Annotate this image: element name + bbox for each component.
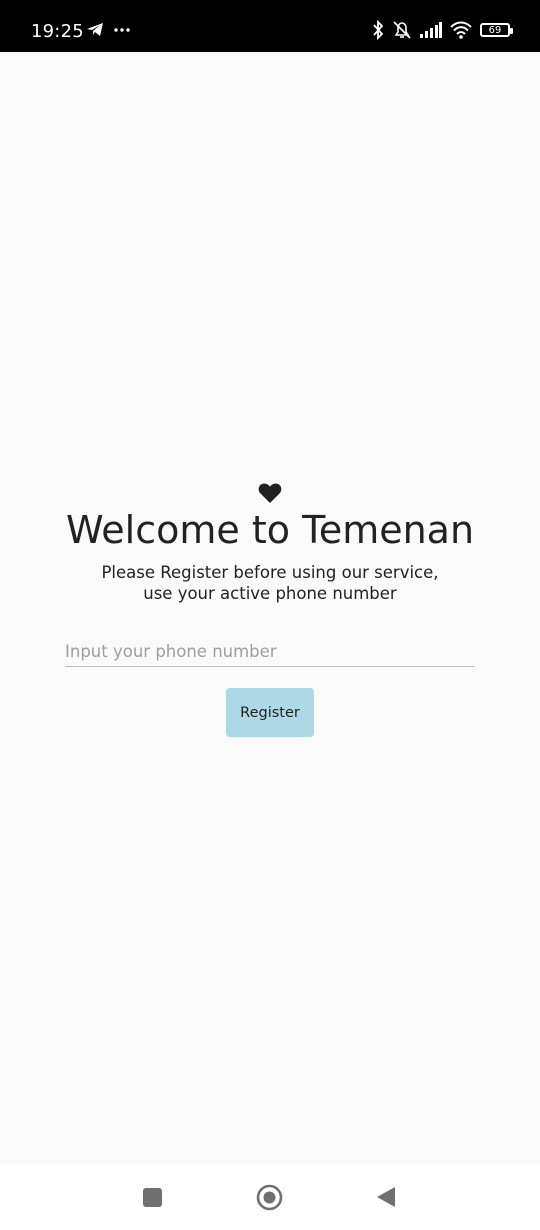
- heart-icon: [258, 483, 282, 503]
- status-right-icons: 69: [372, 20, 513, 40]
- page-subtitle: Please Register before using our service…: [0, 562, 540, 604]
- bluetooth-icon: [373, 20, 384, 40]
- page-title: Welcome to Temenan: [65, 508, 475, 552]
- status-bar: 19:25 69: [0, 0, 540, 52]
- home-icon[interactable]: [256, 1184, 283, 1211]
- back-icon[interactable]: [376, 1186, 396, 1208]
- signal-icon: [420, 22, 442, 38]
- telegram-icon: [87, 23, 103, 36]
- register-button[interactable]: Register: [226, 688, 314, 737]
- muted-bell-icon: [393, 21, 411, 39]
- battery-level: 69: [488, 24, 502, 36]
- subtitle-line-1: Please Register before using our service…: [101, 563, 439, 582]
- more-dots-icon: [114, 27, 130, 32]
- subtitle-line-2: use your active phone number: [143, 584, 397, 603]
- battery-indicator: 69: [480, 23, 513, 37]
- recent-apps-icon[interactable]: [143, 1188, 162, 1207]
- navigation-bar: [0, 1164, 540, 1230]
- phone-number-input[interactable]: [65, 636, 475, 667]
- status-left-icons: [86, 22, 130, 37]
- status-time: 19:25: [31, 21, 84, 42]
- registration-screen: Welcome to Temenan Please Register befor…: [0, 52, 540, 1164]
- wifi-icon: [450, 21, 472, 39]
